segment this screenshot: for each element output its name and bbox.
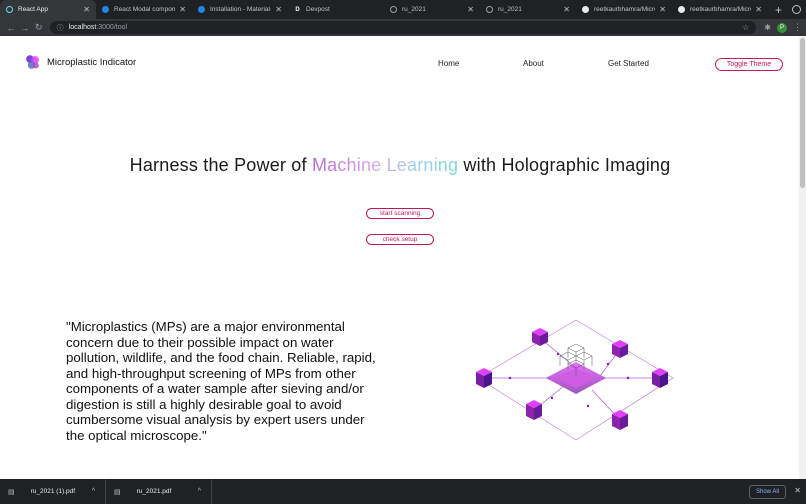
globe-icon <box>486 6 493 13</box>
download-item[interactable]: ▤ ru_2021 (1).pdf ^ <box>0 479 106 504</box>
hero-title-end: with Holographic Imaging <box>458 155 671 175</box>
close-tab-icon[interactable]: ✕ <box>275 5 282 14</box>
tab-title: React Modal component <box>114 6 176 13</box>
main-nav: Home About Get Started <box>0 59 806 71</box>
browser-tab[interactable]: D Devpost <box>288 0 384 19</box>
github-icon <box>678 6 685 13</box>
mui-icon <box>198 6 205 13</box>
close-tab-icon[interactable]: ✕ <box>179 5 186 14</box>
chevron-up-icon[interactable]: ^ <box>198 488 201 495</box>
nav-about[interactable]: About <box>523 59 544 68</box>
start-scanning-button[interactable]: start scanning <box>366 208 434 219</box>
browser-tab[interactable]: reetkaurbhamra/Micropl ✕ <box>672 0 768 19</box>
globe-icon <box>390 6 397 13</box>
tab-title: React App <box>18 6 48 13</box>
close-icon[interactable]: ✕ <box>794 486 801 495</box>
close-tab-icon[interactable]: ✕ <box>563 5 570 14</box>
nav-home[interactable]: Home <box>438 59 459 68</box>
tab-title: ru_2021 <box>498 6 522 13</box>
tab-title: reetkaurbhamra/Micropl <box>690 6 751 13</box>
react-icon <box>6 6 13 13</box>
browser-tab[interactable]: reetkaurbhamra/Micropl ✕ <box>576 0 672 19</box>
avatar[interactable]: P <box>777 22 787 33</box>
back-icon[interactable]: ← <box>4 23 18 33</box>
downloads-bar: ▤ ru_2021 (1).pdf ^ ▤ ru_2021.pdf ^ <box>0 479 806 504</box>
file-icon: ▤ <box>8 488 15 496</box>
new-tab-icon[interactable]: + <box>768 0 789 19</box>
download-filename: ru_2021.pdf <box>136 488 172 495</box>
browser-tab[interactable]: React Modal component ✕ <box>96 0 192 19</box>
tab-title: Devpost <box>306 6 330 13</box>
hero-title: Harness the Power of Machine Learning wi… <box>0 155 800 176</box>
browser-tab[interactable]: React App ✕ <box>0 0 96 19</box>
download-item[interactable]: ▤ ru_2021.pdf ^ <box>106 479 212 504</box>
toggle-theme-button[interactable]: Toggle Theme <box>715 58 783 71</box>
browser-toolbar: ← → ↻ ⓘ localhost:3000/tool ☆ ✱ P ⋮ <box>0 19 806 36</box>
browser-profile-icon[interactable] <box>792 5 801 14</box>
file-icon: ▤ <box>114 488 121 496</box>
devpost-icon: D <box>295 6 300 13</box>
check-setup-button[interactable]: check setup <box>366 234 434 245</box>
hero-title-start: Harness the Power of <box>129 155 312 175</box>
browser-tab[interactable]: ru_2021 ✕ <box>384 0 480 19</box>
tab-title: Installation - Material-UI <box>210 6 271 13</box>
url-host: localhost <box>68 24 97 31</box>
microplastics-quote: "Microplastics (MPs) are a major environ… <box>66 319 376 443</box>
url-path: :3000/tool <box>96 24 128 31</box>
tab-title: reetkaurbhamra/Micropl <box>594 6 655 13</box>
show-all-button[interactable]: Show All <box>748 485 786 499</box>
chevron-up-icon[interactable]: ^ <box>92 488 95 495</box>
mui-icon <box>102 6 109 13</box>
browser-tab[interactable]: ru_2021 ✕ <box>480 0 576 19</box>
close-tab-icon[interactable]: ✕ <box>659 5 666 14</box>
scrollbar-thumb[interactable] <box>800 38 805 188</box>
page-content: Microplastic Indicator Home About Get St… <box>0 36 806 479</box>
extensions-icon[interactable]: ✱ <box>764 23 771 32</box>
bookmark-star-icon[interactable]: ☆ <box>742 23 749 32</box>
close-tab-icon[interactable]: ✕ <box>467 5 474 14</box>
close-tab-icon[interactable]: ✕ <box>755 5 762 14</box>
hero-title-highlight: Machine Learning <box>311 155 459 175</box>
github-icon <box>582 6 589 13</box>
browser-tab-bar: React App ✕ React Modal component ✕ Inst… <box>0 0 806 19</box>
close-tab-icon[interactable]: ✕ <box>83 5 90 14</box>
tab-title: ru_2021 <box>402 6 426 13</box>
network-cubes-illustration <box>476 319 674 441</box>
forward-icon[interactable]: → <box>18 23 32 33</box>
reload-icon[interactable]: ↻ <box>32 22 46 33</box>
cube-node <box>532 328 548 346</box>
download-filename: ru_2021 (1).pdf <box>30 488 76 495</box>
address-bar[interactable]: ⓘ localhost:3000/tool ☆ <box>49 21 757 34</box>
info-icon[interactable]: ⓘ <box>57 23 64 33</box>
browser-menu-icon[interactable]: ⋮ <box>793 22 802 33</box>
browser-tab[interactable]: Installation - Material-UI ✕ <box>192 0 288 19</box>
nav-get-started[interactable]: Get Started <box>608 59 649 68</box>
page-scrollbar[interactable] <box>799 36 806 479</box>
